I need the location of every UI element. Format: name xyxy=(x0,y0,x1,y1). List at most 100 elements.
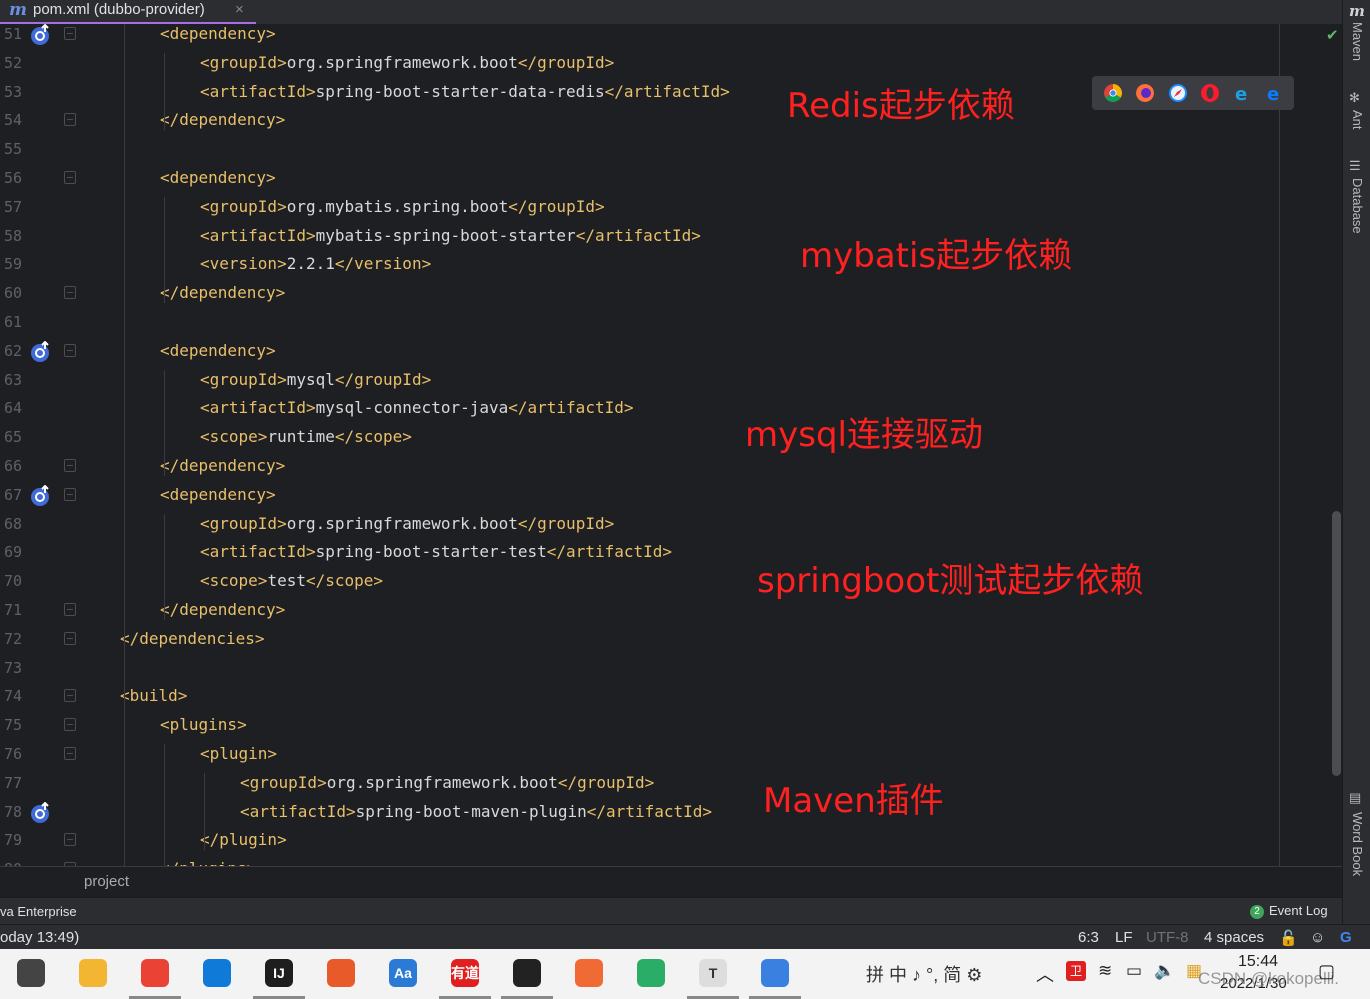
antivirus-tray-icon[interactable]: 卫 xyxy=(1066,961,1086,981)
taskbar-chrome[interactable] xyxy=(129,953,181,999)
lock-icon[interactable]: 🔓 xyxy=(1279,929,1298,947)
line-number[interactable]: 70 xyxy=(4,571,22,591)
inspection-ok-icon[interactable]: ✔ xyxy=(1326,26,1339,44)
code-line[interactable]: 72 </dependencies> xyxy=(0,629,1320,658)
line-number[interactable]: 79 xyxy=(4,830,22,850)
word-book-tool-window[interactable]: Word Book xyxy=(1350,812,1365,876)
line-number[interactable]: 77 xyxy=(4,773,22,793)
vertical-scrollbar[interactable] xyxy=(1332,511,1341,776)
maven-tool-window[interactable]: Maven xyxy=(1350,22,1365,61)
taskbar-intellij[interactable]: IJ xyxy=(253,953,305,999)
fold-marker-icon[interactable] xyxy=(64,459,76,472)
code-line[interactable]: 54 </dependency> xyxy=(0,110,1320,139)
code-line[interactable]: 58 <artifactId>mybatis-spring-boot-starte… xyxy=(0,226,1320,255)
indent-setting[interactable]: 4 spaces xyxy=(1204,929,1264,946)
file-encoding[interactable]: UTF-8 xyxy=(1146,929,1189,946)
code-line[interactable]: 61 xyxy=(0,312,1320,341)
edge-icon[interactable]: e xyxy=(1265,84,1283,102)
ie-icon[interactable]: e xyxy=(1233,84,1251,102)
battery-icon[interactable]: ▭ xyxy=(1126,961,1142,981)
code-line[interactable]: 78 <artifactId>spring-boot-maven-plugin</… xyxy=(0,801,1320,831)
word-book-icon[interactable]: ▤ xyxy=(1349,790,1361,806)
close-icon[interactable]: × xyxy=(235,0,244,20)
code-line[interactable]: 80 </plugins> xyxy=(0,859,1320,866)
taskbar-spiral-app[interactable] xyxy=(315,953,367,999)
fold-marker-icon[interactable] xyxy=(64,171,76,184)
code-line[interactable]: 59 <version>2.2.1</version> xyxy=(0,254,1320,283)
line-number[interactable]: 58 xyxy=(4,226,22,246)
line-number[interactable]: 68 xyxy=(4,514,22,534)
line-number[interactable]: 54 xyxy=(4,110,22,130)
chrome-icon[interactable] xyxy=(1104,84,1122,102)
line-number[interactable]: 71 xyxy=(4,600,22,620)
taskbar-task-view[interactable] xyxy=(5,953,57,999)
dependency-analyzer-icon[interactable] xyxy=(30,340,52,363)
taskbar-file-explorer[interactable] xyxy=(67,953,119,999)
code-line[interactable]: 76 <plugin> xyxy=(0,744,1320,773)
code-line[interactable]: 56 <dependency> xyxy=(0,168,1320,197)
fold-marker-icon[interactable] xyxy=(64,747,76,760)
ime-indicator[interactable]: 拼 中 ♪ °, 简 ⚙ xyxy=(866,961,982,987)
taskbar-wechat[interactable] xyxy=(625,953,677,999)
line-number[interactable]: 67 xyxy=(4,485,22,505)
safari-icon[interactable] xyxy=(1169,84,1187,102)
code-line[interactable]: 73 xyxy=(0,658,1320,687)
line-number[interactable]: 56 xyxy=(4,168,22,188)
taskbar-edge[interactable] xyxy=(191,953,243,999)
line-number[interactable]: 75 xyxy=(4,715,22,735)
breadcrumb-project[interactable]: project xyxy=(84,873,129,890)
firefox-icon[interactable] xyxy=(1136,84,1154,102)
line-number[interactable]: 51 xyxy=(4,24,22,44)
tab-pom-xml[interactable]: m pom.xml (dubbo-provider) × xyxy=(0,0,256,24)
fold-marker-icon[interactable] xyxy=(64,603,76,616)
taskbar-panda-app[interactable] xyxy=(501,953,553,999)
event-log-button[interactable]: 2 Event Log xyxy=(1250,903,1328,919)
code-line[interactable]: 57 <groupId>org.mybatis.spring.boot</grou… xyxy=(0,197,1320,226)
line-number[interactable]: 74 xyxy=(4,686,22,706)
line-separator[interactable]: LF xyxy=(1115,929,1133,946)
ant-tool-window[interactable]: Ant xyxy=(1350,110,1365,130)
line-number[interactable]: 63 xyxy=(4,370,22,390)
opera-icon[interactable] xyxy=(1201,84,1219,102)
code-line[interactable]: 62 <dependency> xyxy=(0,340,1320,370)
line-number[interactable]: 57 xyxy=(4,197,22,217)
line-number[interactable]: 52 xyxy=(4,53,22,73)
database-icon[interactable]: ☰ xyxy=(1349,158,1361,174)
fold-marker-icon[interactable] xyxy=(64,286,76,300)
chevron-up-icon[interactable]: ︿ xyxy=(1036,961,1054,987)
line-number[interactable]: 78 xyxy=(4,802,22,822)
taskbar-youdao[interactable]: 有道 xyxy=(439,953,491,999)
code-line[interactable]: 68 <groupId>org.springframework.boot</gro… xyxy=(0,514,1320,543)
line-number[interactable]: 69 xyxy=(4,542,22,562)
notification-icon[interactable]: ▢ xyxy=(1318,961,1335,982)
line-number[interactable]: 76 xyxy=(4,744,22,764)
code-line[interactable]: 64 <artifactId>mysql-connector-java</arti… xyxy=(0,398,1320,427)
code-line[interactable]: 55 xyxy=(0,139,1320,168)
line-number[interactable]: 60 xyxy=(4,283,22,303)
fold-marker-icon[interactable] xyxy=(64,718,76,732)
fold-marker-icon[interactable] xyxy=(64,631,76,645)
dependency-analyzer-icon[interactable] xyxy=(30,24,52,46)
maven-icon[interactable]: m xyxy=(1349,2,1365,20)
line-number[interactable]: 64 xyxy=(4,398,22,418)
fold-marker-icon[interactable] xyxy=(64,343,76,357)
fold-marker-icon[interactable] xyxy=(64,27,76,40)
code-line[interactable]: 74 <build> xyxy=(0,686,1320,715)
line-number[interactable]: 55 xyxy=(4,139,22,159)
taskbar-rings-app[interactable] xyxy=(749,953,801,999)
fold-marker-icon[interactable] xyxy=(64,113,76,127)
dependency-analyzer-icon[interactable] xyxy=(30,801,52,824)
inspector-icon[interactable]: ☺ xyxy=(1310,929,1325,946)
line-number[interactable]: 72 xyxy=(4,629,22,649)
line-number[interactable]: 62 xyxy=(4,341,22,361)
chrome-status-icon[interactable]: G xyxy=(1340,929,1352,946)
code-line[interactable]: 67 <dependency> xyxy=(0,484,1320,514)
database-tool-window[interactable]: Database xyxy=(1350,178,1365,234)
code-line[interactable]: 51 <dependency> xyxy=(0,24,1320,53)
caret-position[interactable]: 6:3 xyxy=(1078,929,1099,946)
fold-marker-icon[interactable] xyxy=(64,689,76,703)
code-line[interactable]: 63 <groupId>mysql</groupId> xyxy=(0,370,1320,399)
line-number[interactable]: 80 xyxy=(4,859,22,866)
dependency-analyzer-icon[interactable] xyxy=(30,484,52,507)
line-number[interactable]: 53 xyxy=(4,82,22,102)
